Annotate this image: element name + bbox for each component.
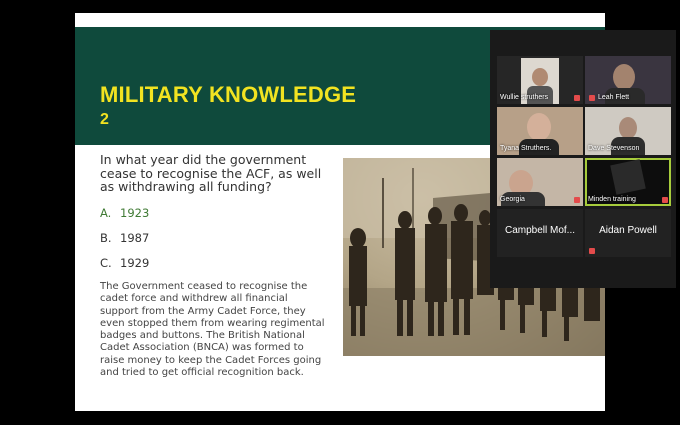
participant-name: Campbell Mof...	[504, 225, 576, 236]
question-text: In what year did the government cease to…	[100, 152, 322, 194]
participant-tile[interactable]: Georgia	[497, 158, 583, 206]
option-a: A. 1923	[100, 206, 149, 220]
participant-name: Wullie struthers	[500, 94, 549, 101]
participant-name: Leah Flett	[598, 94, 630, 101]
participant-tile[interactable]: Aidan Powell	[585, 209, 671, 257]
participant-tile[interactable]: Dave Stevenson	[585, 107, 671, 155]
participant-tile[interactable]: Tyana Struthers.	[497, 107, 583, 155]
muted-mic-icon	[589, 248, 595, 254]
participant-gallery: Wullie struthers Leah Flett Tyana Struth…	[490, 30, 676, 288]
participant-face	[613, 64, 635, 90]
participant-tile[interactable]: Leah Flett	[585, 56, 671, 104]
explanation-text: The Government ceased to recognise the c…	[100, 281, 325, 379]
participant-face	[532, 68, 548, 86]
option-letter: A.	[100, 206, 112, 220]
participant-tile[interactable]: Minden training	[585, 158, 671, 206]
option-text: 1987	[120, 231, 150, 245]
muted-mic-icon	[574, 95, 580, 101]
slide-title: MILITARY KNOWLEDGE	[100, 82, 357, 107]
muted-mic-icon	[662, 197, 668, 203]
participant-face	[527, 113, 551, 141]
option-letter: C.	[100, 256, 112, 270]
muted-mic-icon	[589, 95, 595, 101]
option-text: 1929	[120, 256, 150, 270]
option-text: 1923	[120, 206, 150, 220]
option-c: C. 1929	[100, 256, 149, 270]
participant-name: Dave Stevenson	[588, 145, 640, 152]
participant-name: Minden training	[588, 196, 636, 203]
option-letter: B.	[100, 231, 112, 245]
participant-name: Georgia	[500, 196, 525, 203]
participant-face	[619, 117, 637, 139]
participant-tile[interactable]: Wullie struthers	[497, 56, 583, 104]
participant-name: Tyana Struthers.	[500, 145, 552, 152]
option-b: B. 1987	[100, 231, 149, 245]
muted-mic-icon	[574, 197, 580, 203]
flag-banner	[610, 159, 646, 195]
slide-number: 2	[100, 111, 109, 128]
participant-name: Aidan Powell	[599, 225, 657, 236]
participant-tile[interactable]: Campbell Mof...	[497, 209, 583, 257]
